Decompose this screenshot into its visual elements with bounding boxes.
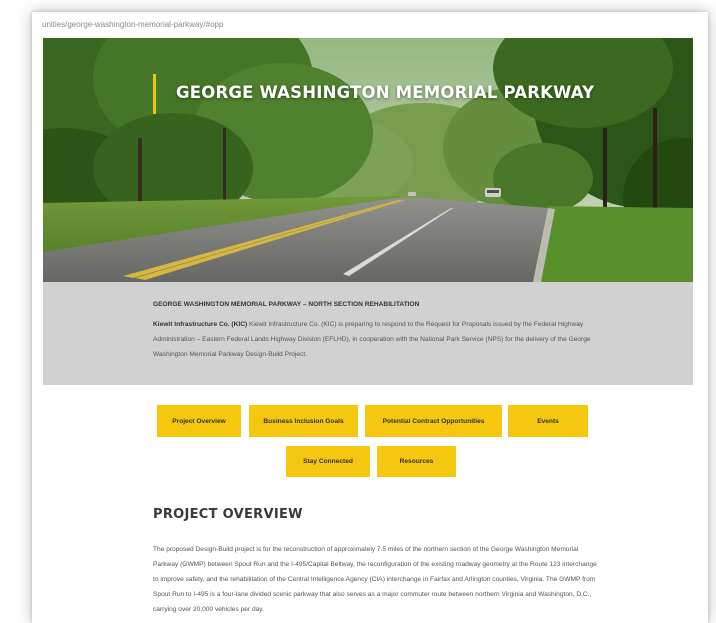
business-inclusion-label: Business Inclusion Goals [263, 417, 344, 425]
project-overview-button[interactable]: Project Overview [157, 405, 241, 437]
resources-label: Resources [399, 458, 434, 465]
resources-button[interactable]: Resources [377, 446, 456, 477]
page-title: GEORGE WASHINGTON MEMORIAL PARKWAY [176, 83, 595, 102]
intro-heading: GEORGE WASHINGTON MEMORIAL PARKWAY – NOR… [153, 301, 420, 308]
url-text: unities/george-washington-memorial-parkw… [42, 20, 224, 29]
contract-opportunities-button[interactable]: Potential Contract Opportunities [365, 405, 502, 437]
overview-paragraph: The proposed Design-Build project is for… [153, 546, 597, 613]
browser-page: unities/george-washington-memorial-parkw… [32, 12, 708, 623]
stay-connected-label: Stay Connected [303, 458, 353, 465]
events-button[interactable]: Events [508, 405, 588, 437]
project-overview-label: Project Overview [172, 417, 226, 425]
hero-title-block: GEORGE WASHINGTON MEMORIAL PARKWAY [153, 74, 594, 114]
contract-opportunities-label: Potential Contract Opportunities [382, 417, 485, 425]
hero-banner: GEORGE WASHINGTON MEMORIAL PARKWAY [43, 38, 693, 282]
events-label: Events [537, 417, 559, 425]
stay-connected-button[interactable]: Stay Connected [286, 446, 370, 477]
business-inclusion-button[interactable]: Business Inclusion Goals [249, 405, 358, 437]
intro-panel: GEORGE WASHINGTON MEMORIAL PARKWAY – NOR… [43, 282, 693, 385]
intro-company-name: Kiewit Infrastructure Co. (KIC) [153, 321, 248, 328]
address-bar[interactable]: unities/george-washington-memorial-parkw… [32, 12, 708, 38]
intro-paragraph: Kiewit Infrastructure Co. (KIC) Kiewit I… [153, 317, 603, 362]
section-title: PROJECT OVERVIEW [153, 507, 303, 522]
